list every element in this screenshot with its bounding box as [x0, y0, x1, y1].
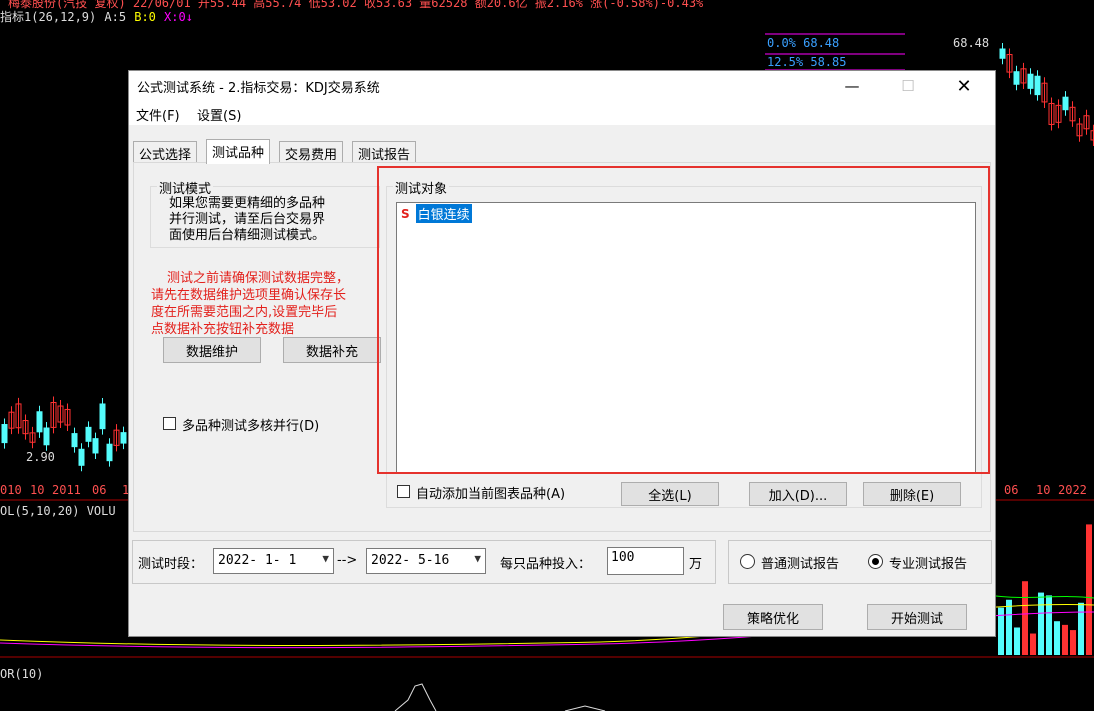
indicator-b-value: B:0 — [134, 10, 156, 24]
maximize-icon: ☐ — [901, 77, 915, 95]
volume-indicator-label: OL(5,10,20) VOLU — [0, 504, 116, 518]
volume-bar — [1030, 633, 1036, 655]
candle-body — [85, 426, 92, 442]
start-test-button[interactable]: 开始测试 — [867, 604, 967, 630]
axis-tick: 10 — [30, 483, 45, 497]
retracement-label-0: 0.0% 68.48 — [767, 36, 840, 50]
multicore-checkbox[interactable] — [163, 417, 176, 430]
auto-add-checkbox-label[interactable]: 自动添加当前图表品种(A) — [416, 483, 565, 502]
candle-body — [106, 443, 113, 462]
volume-bar — [1006, 599, 1012, 655]
warning-line: 度在所需要范围之内,设置完毕后 — [151, 305, 338, 320]
auto-add-checkbox[interactable] — [397, 485, 410, 498]
warning-line: 测试之前请确保测试数据完整， — [167, 271, 350, 286]
minimize-button[interactable]: — — [829, 71, 875, 101]
highlight-annotation-frame — [377, 166, 990, 474]
dialog-titlebar[interactable]: 公式测试系统 - 2.指标交易：KDJ交易系统 — ☐ ✕ — [129, 71, 995, 101]
volume-bars — [998, 524, 1092, 655]
indicator-bar: 指标1(26,12,9) A:5 B:0 X:0↓ — [0, 8, 193, 24]
strategy-optimize-button[interactable]: 策略优化 — [723, 604, 823, 630]
tab-test-instruments[interactable]: 测试品种 — [206, 139, 271, 164]
volume-bar — [1086, 524, 1092, 655]
investment-label: 每只品种投入： — [500, 557, 592, 572]
start-date-value: 2022- 1- 1 — [218, 553, 297, 568]
candle-body — [1, 424, 8, 444]
close-icon: ✕ — [956, 75, 972, 97]
dialog-title: 公式测试系统 - 2.指标交易：KDJ交易系统 — [137, 81, 380, 96]
end-date-picker[interactable]: 2022- 5-16 ▼ — [366, 548, 486, 574]
chevron-down-icon[interactable]: ▼ — [322, 552, 329, 565]
test-mode-line: 如果您需要更精细的多品种 — [169, 196, 326, 211]
volume-bar — [1038, 592, 1044, 655]
delete-button[interactable]: 删除(E) — [863, 482, 961, 506]
candle-body — [43, 427, 50, 446]
volume-bar — [1070, 630, 1076, 655]
axis-tick: 06 — [1004, 483, 1019, 497]
normal-report-label[interactable]: 普通测试报告 — [761, 553, 839, 572]
axis-tick: 010 — [0, 483, 22, 497]
period-label: 测试时段： — [138, 557, 204, 572]
normal-report-radio[interactable] — [740, 554, 755, 569]
indicator-x-value: X:0↓ — [164, 10, 193, 24]
maximize-button[interactable]: ☐ — [885, 71, 931, 101]
data-supplement-button[interactable]: 数据补充 — [283, 337, 381, 363]
test-mode-legend: 测试模式 — [157, 178, 214, 197]
data-maintain-button[interactable]: 数据维护 — [163, 337, 261, 363]
candle-body — [99, 403, 106, 430]
warning-line: 点数据补充按钮补充数据 — [151, 322, 295, 337]
test-mode-line: 面使用后台精细测试模式。 — [169, 228, 326, 243]
axis-tick: 10 — [1036, 483, 1051, 497]
volume-bar — [1062, 624, 1068, 655]
test-mode-line: 并行测试，请至后台交易界 — [169, 212, 326, 227]
candle-body — [71, 433, 78, 448]
volume-bar — [1078, 602, 1084, 655]
menu-file[interactable]: 文件(F) — [136, 105, 180, 124]
volume-bar — [1054, 621, 1060, 655]
select-all-button[interactable]: 全选(L) — [621, 482, 719, 506]
candle-body — [1013, 71, 1020, 85]
candle-body — [1034, 75, 1041, 96]
pro-report-radio[interactable] — [868, 554, 883, 569]
minimize-icon: — — [844, 77, 860, 95]
candle-body — [36, 411, 43, 433]
menu-bar: 文件(F) 设置(S) — [129, 101, 995, 125]
period-arrow: --> — [337, 553, 358, 568]
axis-tick: 2022 — [1058, 483, 1087, 497]
tab-formula-select[interactable]: 公式选择 — [133, 141, 198, 163]
retracement-label-1: 12.5% 58.85 — [767, 55, 847, 69]
investment-unit: 万 — [689, 557, 703, 572]
lower-indicator-label: OR(10) — [0, 667, 44, 681]
start-date-picker[interactable]: 2022- 1- 1 ▼ — [213, 548, 334, 574]
axis-tick: 06 — [92, 483, 107, 497]
candle-body — [78, 448, 85, 466]
test-mode-description: 如果您需要更精细的多品种 并行测试，请至后台交易界 面使用后台精细测试模式。 — [169, 196, 325, 244]
candle-body — [1027, 73, 1034, 89]
tab-test-report[interactable]: 测试报告 — [352, 141, 417, 163]
candle-body — [1062, 96, 1069, 111]
menu-settings[interactable]: 设置(S) — [197, 105, 241, 124]
indicator-label: 指标1(26,12,9) — [0, 10, 97, 24]
end-date-value: 2022- 5-16 — [371, 553, 450, 568]
investment-input[interactable]: 100 — [607, 547, 684, 575]
warning-line: 请先在数据维护选项里确认保存长 — [151, 288, 347, 303]
indicator-a-value: A:5 — [104, 10, 127, 24]
time-axis-left: 010 10 2011 06 1 — [0, 483, 129, 499]
close-button[interactable]: ✕ — [941, 71, 987, 101]
candle-body — [120, 432, 127, 444]
time-axis-right: 06 10 2022 — [996, 483, 1094, 499]
add-button[interactable]: 加入(D)... — [749, 482, 847, 506]
axis-tick: 2011 — [52, 483, 81, 497]
candle-body — [92, 438, 99, 454]
data-warning-text: 测试之前请确保测试数据完整， 请先在数据维护选项里确认保存长 度在所需要范围之内… — [151, 270, 379, 338]
chevron-down-icon[interactable]: ▼ — [474, 552, 481, 565]
price-high-label: 68.48 — [953, 36, 990, 50]
pro-report-label[interactable]: 专业测试报告 — [889, 553, 967, 572]
volume-bar — [1022, 581, 1028, 655]
price-low-label: 2.90 — [26, 450, 55, 464]
tab-trade-fees[interactable]: 交易费用 — [279, 141, 344, 163]
volume-bar — [1014, 627, 1020, 655]
multicore-checkbox-label[interactable]: 多品种测试多核并行(D) — [182, 415, 319, 434]
candle-body — [999, 48, 1006, 59]
